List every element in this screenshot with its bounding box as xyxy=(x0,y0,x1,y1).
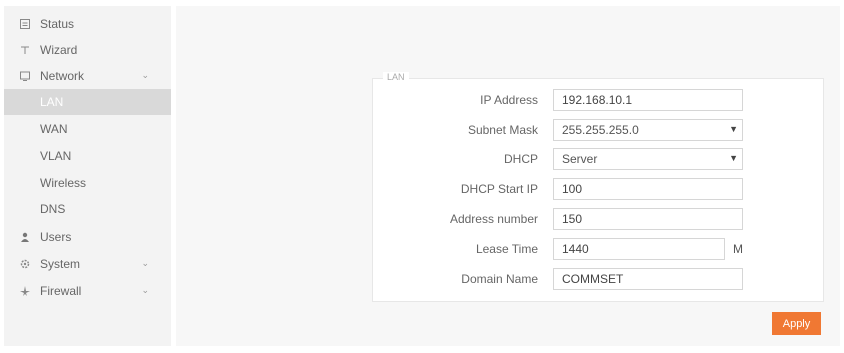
chevron-down-icon: ▼ xyxy=(729,124,738,134)
network-icon xyxy=(18,69,32,83)
subnet-mask-select[interactable]: 255.255.255.0 ▼ xyxy=(553,119,743,141)
chevron-down-icon: ▼ xyxy=(729,153,738,163)
gear-icon xyxy=(18,257,32,271)
address-number-input[interactable] xyxy=(553,208,743,230)
address-number-label: Address number xyxy=(449,212,538,226)
wizard-icon xyxy=(18,43,32,57)
sidebar-subitem-wireless[interactable]: Wireless xyxy=(4,170,171,196)
sidebar-item-label: Users xyxy=(40,230,72,244)
sidebar-item-system[interactable]: System ⌄ xyxy=(4,251,171,277)
sidebar-subitem-label: Wireless xyxy=(40,176,87,190)
sidebar-subitem-label: VLAN xyxy=(40,149,72,163)
dhcp-start-ip-input[interactable] xyxy=(553,178,743,200)
sidebar-subitem-vlan[interactable]: VLAN xyxy=(4,143,171,169)
ip-address-label: IP Address xyxy=(480,93,538,107)
chevron-down-icon: ⌄ xyxy=(141,285,149,295)
sidebar-item-label: Status xyxy=(40,17,75,31)
sidebar-subitem-lan[interactable]: LAN xyxy=(4,89,171,115)
chevron-down-icon: ⌄ xyxy=(141,70,149,80)
sidebar-subitem-wan[interactable]: WAN xyxy=(4,116,171,142)
sidebar-item-network[interactable]: Network ⌄ xyxy=(4,63,171,89)
status-icon xyxy=(18,17,32,31)
dhcp-label: DHCP xyxy=(503,152,538,166)
users-icon xyxy=(18,230,32,244)
lease-time-unit: M xyxy=(733,242,743,256)
sidebar-item-label: System xyxy=(40,257,81,271)
apply-button[interactable]: Apply xyxy=(772,312,821,335)
subnet-mask-label: Subnet Mask xyxy=(467,123,538,137)
sidebar-item-label: Firewall xyxy=(40,284,82,298)
sidebar-item-status[interactable]: Status xyxy=(4,11,171,37)
sidebar-item-label: Wizard xyxy=(40,43,78,57)
dhcp-value: Server xyxy=(562,152,598,166)
sidebar-item-label: Network xyxy=(40,69,85,83)
sidebar-item-users[interactable]: Users xyxy=(4,224,171,250)
domain-name-input[interactable] xyxy=(553,268,743,290)
ip-address-input[interactable] xyxy=(553,89,743,111)
sidebar-subitem-label: DNS xyxy=(40,202,66,216)
subnet-mask-value: 255.255.255.0 xyxy=(562,123,639,137)
sidebar-subitem-dns[interactable]: DNS xyxy=(4,196,171,222)
sidebar-item-firewall[interactable]: Firewall ⌄ xyxy=(4,278,171,304)
dhcp-start-ip-label: DHCP Start IP xyxy=(460,182,538,196)
sidebar-subitem-label: WAN xyxy=(40,122,68,136)
sidebar: Status Wizard Network ⌄ LAN WAN VLAN Wir… xyxy=(4,6,171,346)
lease-time-input[interactable] xyxy=(553,238,725,260)
chevron-down-icon: ⌄ xyxy=(141,258,149,268)
dhcp-select[interactable]: Server ▼ xyxy=(553,148,743,170)
panel-legend: LAN xyxy=(383,72,409,82)
sidebar-subitem-label: LAN xyxy=(40,95,64,109)
sidebar-item-wizard[interactable]: Wizard xyxy=(4,37,171,63)
lease-time-label: Lease Time xyxy=(475,242,538,256)
firewall-icon xyxy=(18,284,32,298)
domain-name-label: Domain Name xyxy=(461,272,538,286)
